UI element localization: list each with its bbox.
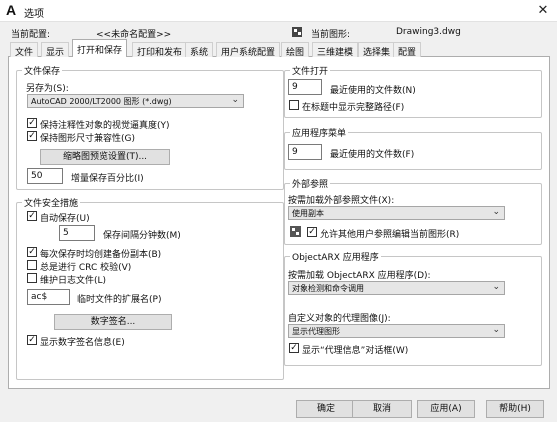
xref-group: 外部参照 按需加载外部参照文件(X): 使用副本 ⌄ ✓ 允许其他用户参照编辑当…	[284, 177, 542, 245]
annotative-checkbox[interactable]: ✓	[27, 118, 37, 128]
current-drawing-label: 当前图形:	[311, 30, 351, 40]
arx-demand-load-value: 对象检测和命令调用	[292, 284, 364, 293]
show-signature-label: 显示数字签名信息(E)	[40, 338, 125, 348]
application-menu-title: 应用程序菜单	[290, 126, 349, 139]
proxy-dialog-checkbox[interactable]: ✓	[289, 343, 299, 353]
save-as-label: 另存为(S):	[26, 84, 69, 94]
log-file-label: 维护日志文件(L)	[40, 276, 107, 286]
backup-checkbox[interactable]: ✓	[27, 247, 37, 257]
apply-button[interactable]: 应用(A)	[417, 400, 475, 418]
tab-plot-publish[interactable]: 打印和发布	[132, 42, 188, 58]
file-save-title: 文件保存	[22, 64, 63, 77]
autosave-minutes-label: 保存间隔分钟数(M)	[103, 231, 181, 241]
proxy-images-value: 显示代理图形	[292, 327, 340, 336]
crc-checkbox[interactable]	[27, 260, 37, 270]
tab-open-save[interactable]: 打开和保存	[72, 39, 128, 58]
tab-drafting[interactable]: 绘图	[281, 42, 310, 58]
xref-edit-icon	[290, 226, 301, 237]
tab-selection[interactable]: 选择集	[358, 42, 396, 58]
cancel-button[interactable]: 取消	[352, 400, 412, 418]
drawing-file-icon	[292, 27, 302, 37]
objectarx-title: ObjectARX 应用程序	[290, 250, 381, 263]
drawing-size-label: 保持图形尺寸兼容性(G)	[40, 134, 135, 144]
title-bar: A 选项 ✕	[0, 0, 557, 22]
xref-demand-load-label: 按需加载外部参照文件(X):	[288, 196, 395, 206]
file-open-title: 文件打开	[290, 64, 331, 77]
proxy-images-select[interactable]: 显示代理图形 ⌄	[288, 324, 505, 338]
window-title: 选项	[24, 9, 44, 20]
chevron-down-icon: ⌄	[492, 325, 500, 335]
close-icon[interactable]: ✕	[535, 3, 551, 19]
full-path-label: 在标题中显示完整路径(F)	[302, 103, 405, 113]
thumbnail-settings-button[interactable]: 缩略图预览设置(T)...	[40, 149, 170, 165]
chevron-down-icon: ⌄	[492, 282, 500, 292]
tab-display[interactable]: 显示	[41, 42, 70, 58]
tab-profiles[interactable]: 配置	[393, 42, 422, 58]
xref-demand-load-select[interactable]: 使用副本 ⌄	[288, 206, 505, 220]
tab-system[interactable]: 系统	[185, 42, 214, 58]
current-config-label: 当前配置:	[11, 30, 51, 40]
options-panel: 文件保存 另存为(S): AutoCAD 2000/LT2000 图形 (*.d…	[8, 57, 550, 389]
incremental-save-label: 增量保存百分比(I)	[71, 174, 144, 184]
ok-button[interactable]: 确定	[296, 400, 356, 418]
file-save-group: 文件保存 另存为(S): AutoCAD 2000/LT2000 图形 (*.d…	[16, 64, 284, 190]
xref-title: 外部参照	[290, 177, 331, 190]
application-menu-group: 应用程序菜单 9 最近使用的文件数(F)	[284, 126, 542, 170]
proxy-images-label: 自定义对象的代理图像(J):	[288, 314, 391, 324]
recent-files-input[interactable]: 9	[288, 79, 322, 95]
crc-label: 总是进行 CRC 校验(V)	[40, 263, 132, 273]
help-button[interactable]: 帮助(H)	[486, 400, 544, 418]
digital-signatures-button[interactable]: 数字签名...	[54, 314, 172, 330]
show-signature-checkbox[interactable]: ✓	[27, 335, 37, 345]
tab-strip: 文件 显示 打开和保存 打印和发布 系统 用户系统配置 绘图 三维建模 选择集 …	[8, 39, 550, 58]
arx-demand-load-select[interactable]: 对象检测和命令调用 ⌄	[288, 281, 505, 295]
arx-demand-load-label: 按需加载 ObjectARX 应用程序(D):	[288, 271, 431, 281]
file-safety-group: 文件安全措施 ✓ 自动保存(U) 5 保存间隔分钟数(M) ✓ 每次保存时均创建…	[16, 196, 284, 380]
tab-files[interactable]: 文件	[10, 42, 39, 58]
temp-extension-input[interactable]: ac$	[27, 289, 70, 305]
allow-xref-edit-label: 允许其他用户参照编辑当前图形(R)	[320, 230, 460, 240]
tab-3d-modeling[interactable]: 三维建模	[312, 42, 359, 58]
save-as-value: AutoCAD 2000/LT2000 图形 (*.dwg)	[31, 97, 172, 106]
objectarx-group: ObjectARX 应用程序 按需加载 ObjectARX 应用程序(D): 对…	[284, 250, 542, 366]
drawing-size-checkbox[interactable]: ✓	[27, 131, 37, 141]
current-drawing-value: Drawing3.dwg	[396, 27, 461, 37]
chevron-down-icon: ⌄	[231, 95, 239, 105]
autocad-logo-icon: A	[6, 2, 17, 18]
app-menu-recent-input[interactable]: 9	[288, 144, 322, 160]
file-safety-title: 文件安全措施	[22, 196, 81, 209]
allow-xref-edit-checkbox[interactable]: ✓	[307, 227, 317, 237]
app-menu-recent-label: 最近使用的文件数(F)	[330, 150, 415, 160]
log-file-checkbox[interactable]	[27, 273, 37, 283]
full-path-checkbox[interactable]	[289, 100, 299, 110]
autosave-label: 自动保存(U)	[40, 214, 90, 224]
annotative-label: 保持注释性对象的视觉逼真度(Y)	[40, 121, 170, 131]
backup-label: 每次保存时均创建备份副本(B)	[40, 250, 162, 260]
incremental-save-input[interactable]: 50	[27, 168, 63, 184]
xref-demand-load-value: 使用副本	[292, 209, 324, 218]
autosave-checkbox[interactable]: ✓	[27, 211, 37, 221]
save-as-select[interactable]: AutoCAD 2000/LT2000 图形 (*.dwg) ⌄	[27, 94, 244, 108]
autosave-minutes-input[interactable]: 5	[59, 225, 95, 241]
proxy-dialog-label: 显示“代理信息”对话框(W)	[302, 346, 409, 356]
recent-files-label: 最近使用的文件数(N)	[330, 86, 416, 96]
tab-user-preferences[interactable]: 用户系统配置	[216, 42, 281, 58]
file-open-group: 文件打开 9 最近使用的文件数(N) 在标题中显示完整路径(F)	[284, 64, 542, 118]
temp-extension-label: 临时文件的扩展名(P)	[77, 295, 162, 305]
chevron-down-icon: ⌄	[492, 207, 500, 217]
